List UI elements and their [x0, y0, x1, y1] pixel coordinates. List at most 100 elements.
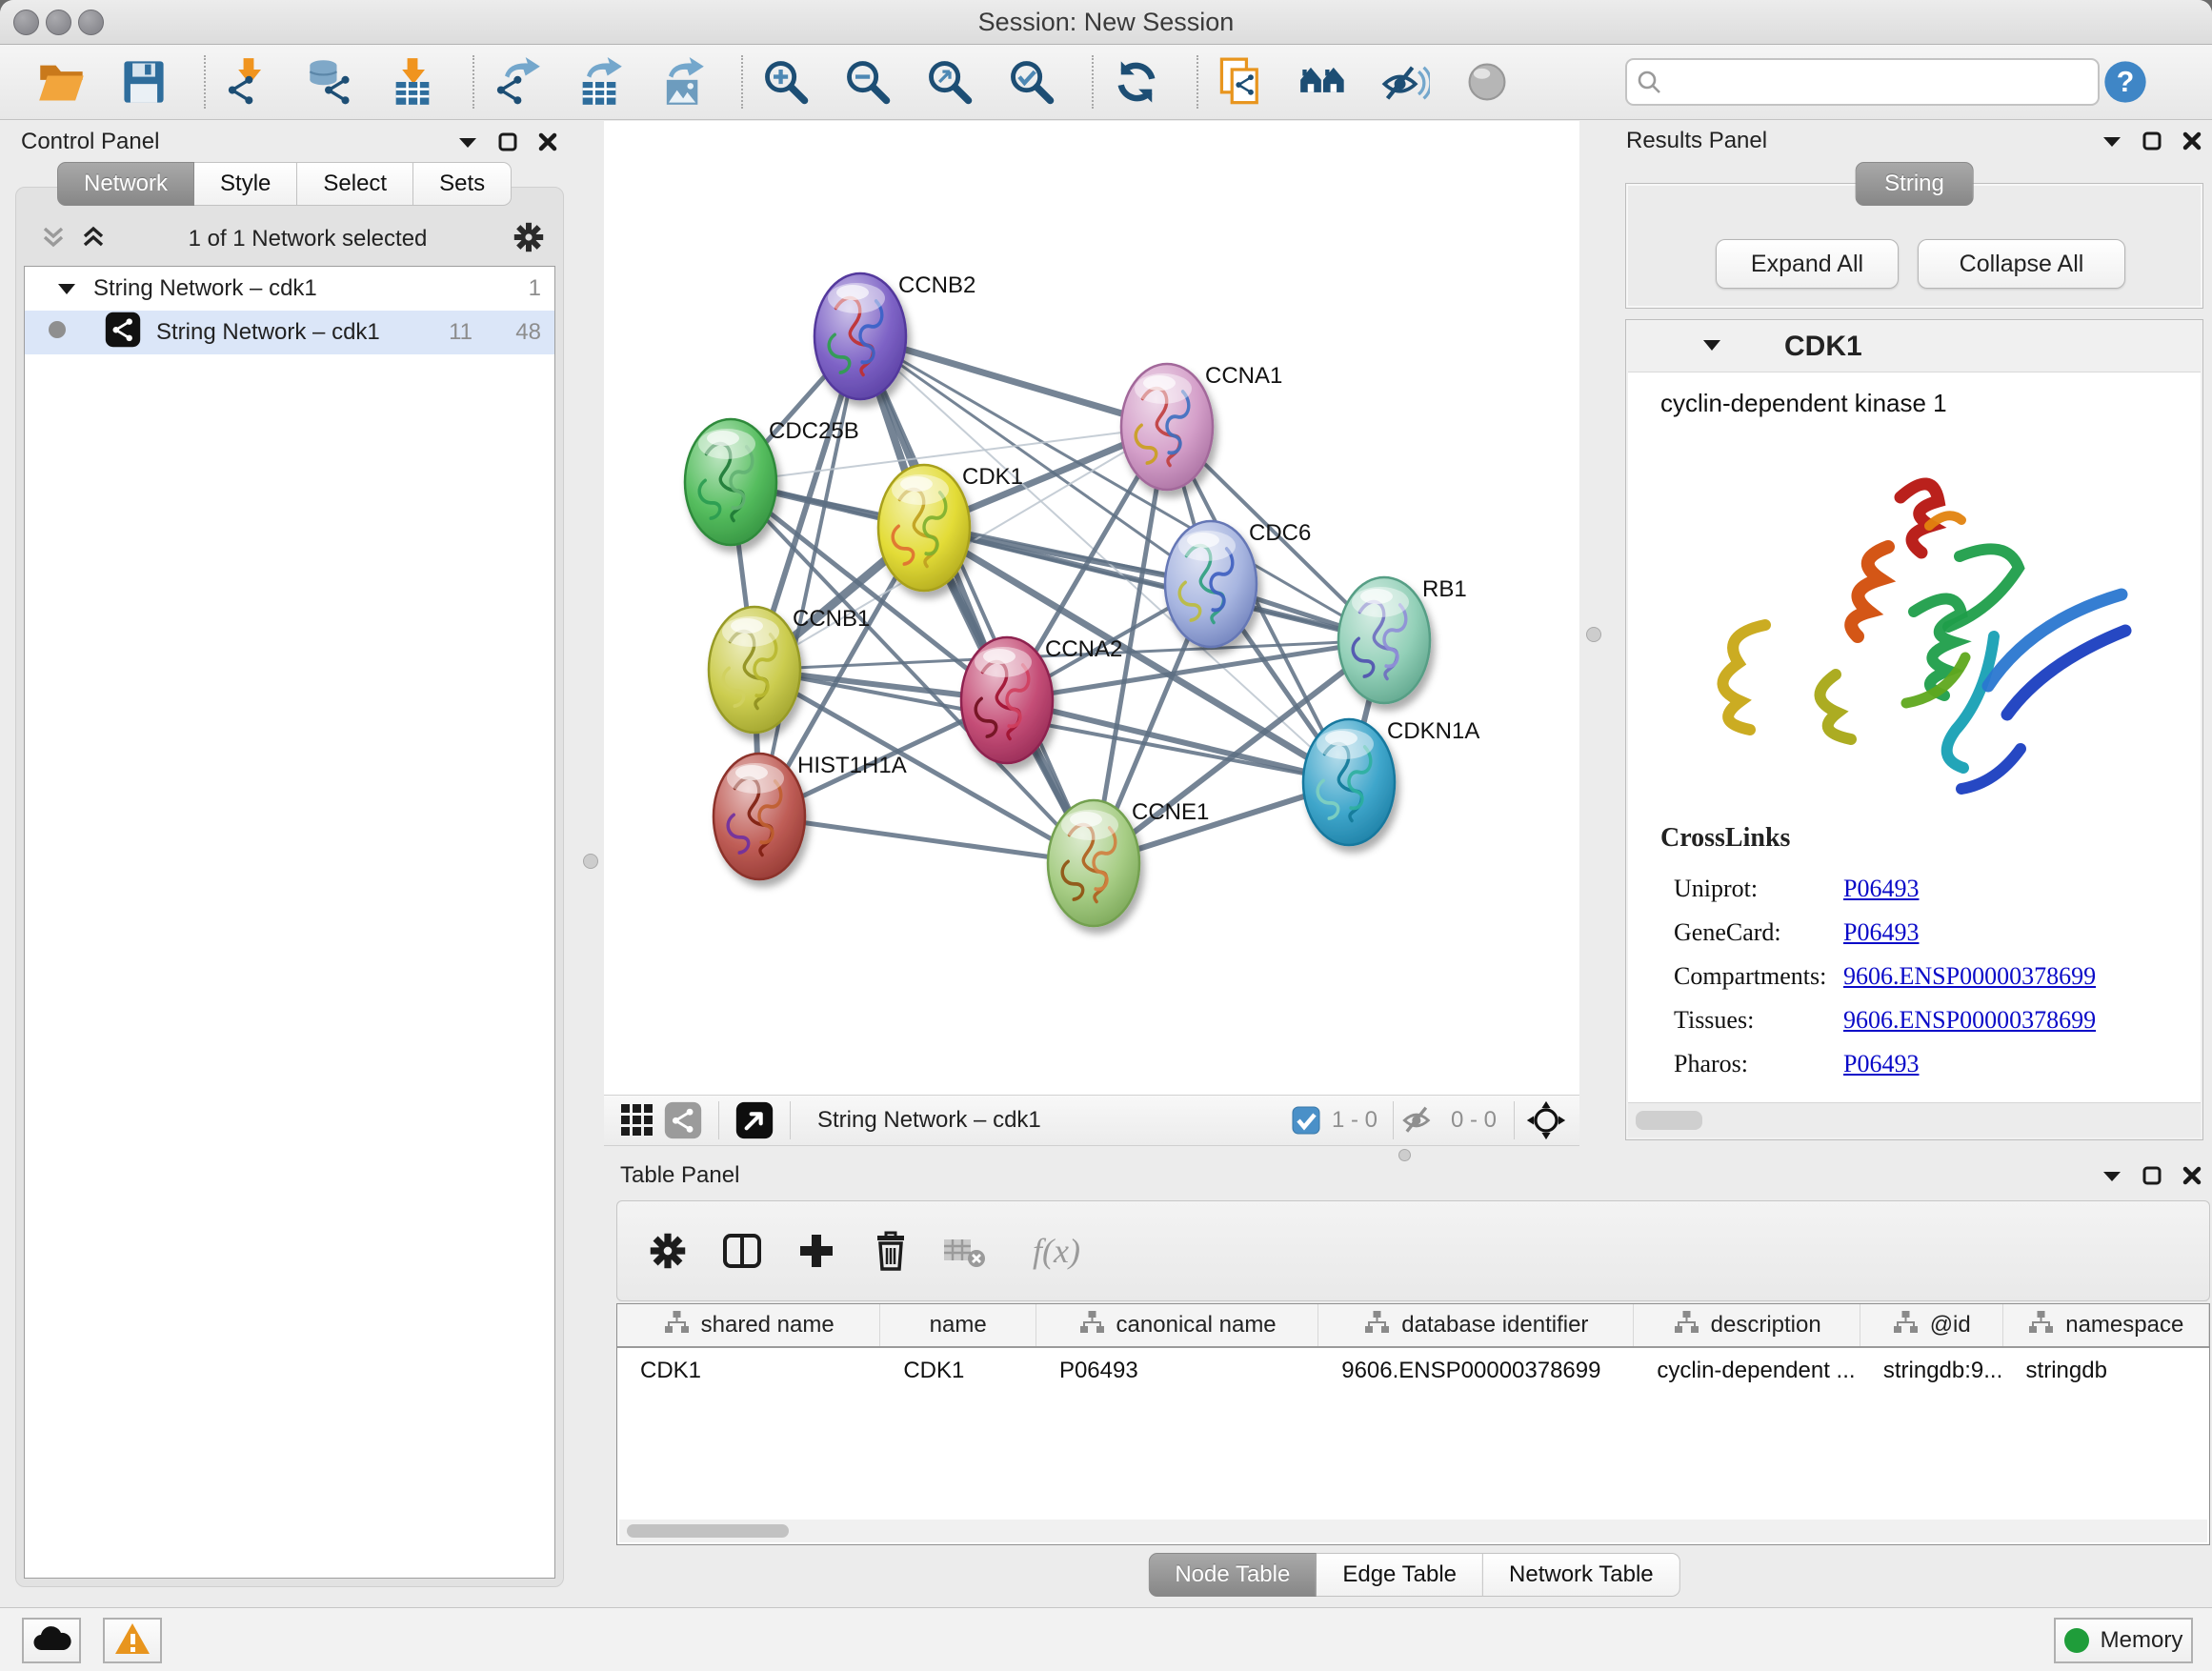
tree-expand-icon[interactable] [57, 275, 76, 302]
grid-view-icon[interactable] [615, 1095, 659, 1146]
zoom-selected-icon[interactable] [1006, 56, 1057, 108]
table-options-gear-icon[interactable] [642, 1225, 694, 1277]
add-column-icon[interactable] [791, 1225, 842, 1277]
column-header-database-identifier[interactable]: database identifier [1318, 1304, 1634, 1346]
crosslink-link[interactable]: P06493 [1843, 875, 1919, 903]
cell-database-identifier[interactable]: 9606.ENSP00000378699 [1318, 1358, 1634, 1384]
birdseye-view-icon[interactable] [733, 1095, 776, 1146]
results-panel-close-icon[interactable] [2182, 131, 2202, 151]
control-panel-float-icon[interactable] [497, 131, 518, 152]
show-columns-icon[interactable] [716, 1225, 768, 1277]
edge-CCNB2-CCNE1[interactable] [860, 336, 1094, 863]
tab-node-table[interactable]: Node Table [1148, 1553, 1317, 1597]
expand-all-networks-icon[interactable] [81, 225, 106, 254]
zoom-out-icon[interactable] [842, 56, 894, 108]
crosslink-link[interactable]: 9606.ENSP00000378699 [1843, 1006, 2096, 1035]
results-panel-float-icon[interactable] [2142, 131, 2162, 151]
crosslink-link[interactable]: P06493 [1843, 1050, 1919, 1078]
tab-edge-table[interactable]: Edge Table [1317, 1553, 1483, 1597]
table-panel-close-icon[interactable] [2182, 1165, 2202, 1186]
cell-description[interactable]: cyclin-dependent ... [1634, 1358, 1860, 1384]
node-CCNB2[interactable] [814, 273, 906, 399]
export-network-icon[interactable] [492, 56, 543, 108]
hidden-items-icon [1399, 1095, 1441, 1146]
table-panel-float-icon[interactable] [2142, 1165, 2162, 1186]
open-folder-icon[interactable] [36, 56, 88, 108]
network-collection-row[interactable]: String Network – cdk1 1 [25, 267, 554, 311]
collapse-all-button[interactable]: Collapse All [1918, 239, 2125, 289]
crosslink-link[interactable]: P06493 [1843, 918, 1919, 947]
search-input[interactable] [1661, 64, 2098, 100]
cloud-status-button[interactable] [22, 1618, 81, 1663]
node-CDK1[interactable] [878, 465, 970, 591]
column-header-namespace[interactable]: namespace [2003, 1304, 2209, 1346]
node-CCNA1[interactable] [1121, 364, 1213, 490]
table-row[interactable]: CDK1CDK1P064939606.ENSP00000378699cyclin… [617, 1348, 2209, 1394]
cell-canonical-name[interactable]: P06493 [1036, 1358, 1318, 1384]
tab-string[interactable]: String [1855, 162, 1974, 206]
network-canvas[interactable]: CCNB2CCNA1CDC25BCDK1CDC6RB1CCNB1CCNA2CDK… [604, 121, 1579, 1095]
right-splitter-handle[interactable] [1586, 627, 1601, 642]
network-row[interactable]: String Network – cdk1 11 48 [25, 311, 554, 354]
edge-HIST1H1A-CCNE1[interactable] [759, 816, 1094, 863]
import-network-icon[interactable] [223, 56, 274, 108]
node-CDC6[interactable] [1165, 521, 1257, 647]
node-CDC25B[interactable] [685, 419, 776, 545]
selected-items-checkbox-icon[interactable] [1290, 1095, 1322, 1146]
help-icon[interactable]: ? [2100, 56, 2151, 108]
node-CCNE1[interactable] [1048, 800, 1139, 926]
results-panel-collapse-icon[interactable] [2101, 133, 2122, 149]
cell-shared-name[interactable]: CDK1 [617, 1358, 880, 1384]
column-header-name[interactable]: name [880, 1304, 1036, 1346]
node-CCNA2[interactable] [961, 637, 1053, 763]
tab-sets[interactable]: Sets [413, 162, 512, 206]
network-view-icon[interactable] [661, 1095, 705, 1146]
import-database-icon[interactable] [305, 56, 356, 108]
warnings-button[interactable] [103, 1618, 162, 1663]
edge-CCNB2-HIST1H1A[interactable] [759, 336, 860, 816]
column-header--id[interactable]: @id [1860, 1304, 2003, 1346]
column-header-canonical-name[interactable]: canonical name [1036, 1304, 1318, 1346]
table-h-scrollbar[interactable] [619, 1520, 2207, 1542]
save-icon[interactable] [118, 56, 170, 108]
cell-name[interactable]: CDK1 [880, 1358, 1036, 1384]
table-panel-collapse-icon[interactable] [2101, 1168, 2122, 1183]
control-panel-close-icon[interactable] [537, 131, 558, 152]
node-CCNB1[interactable] [709, 607, 800, 733]
refresh-icon[interactable] [1111, 56, 1162, 108]
tab-style[interactable]: Style [194, 162, 297, 206]
fit-selected-icon[interactable] [1522, 1095, 1570, 1146]
collapse-all-networks-icon[interactable] [41, 225, 66, 254]
export-table-icon[interactable] [573, 56, 625, 108]
tab-select[interactable]: Select [297, 162, 413, 206]
cell--id[interactable]: stringdb:9... [1860, 1358, 2003, 1384]
tab-network-table[interactable]: Network Table [1483, 1553, 1680, 1597]
zoom-in-icon[interactable] [760, 56, 812, 108]
string-home-icon[interactable] [1297, 56, 1349, 108]
cell-namespace[interactable]: stringdb [2003, 1358, 2209, 1384]
zoom-fit-icon[interactable] [924, 56, 975, 108]
import-table-icon[interactable] [387, 56, 438, 108]
left-splitter-handle[interactable] [583, 854, 598, 869]
control-panel-collapse-icon[interactable] [457, 134, 478, 150]
column-header-shared-name[interactable]: shared name [617, 1304, 880, 1346]
export-image-icon[interactable] [655, 56, 707, 108]
memory-button[interactable]: Memory [2054, 1618, 2193, 1663]
node-HIST1H1A[interactable] [714, 754, 805, 879]
protein-collapse-icon[interactable] [1702, 338, 1721, 356]
expand-all-button[interactable]: Expand All [1716, 239, 1899, 289]
crosslink-link[interactable]: 9606.ENSP00000378699 [1843, 962, 2096, 991]
tab-network[interactable]: Network [57, 162, 194, 206]
table-splitter-handle[interactable] [1398, 1149, 1411, 1161]
node-RB1[interactable] [1338, 577, 1430, 703]
node-CDKN1A[interactable] [1303, 719, 1395, 845]
clone-network-icon[interactable] [1216, 56, 1267, 108]
results-scrollbar[interactable] [1628, 1102, 2201, 1137]
protein-card-header[interactable]: CDK1 [1628, 322, 2201, 372]
edge-CCNB2-CCNA1[interactable] [860, 336, 1167, 427]
column-header-description[interactable]: description [1634, 1304, 1860, 1346]
network-graph[interactable]: CCNB2CCNA1CDC25BCDK1CDC6RB1CCNB1CCNA2CDK… [604, 121, 1579, 1095]
delete-column-icon[interactable] [865, 1225, 916, 1277]
network-options-gear-icon[interactable] [510, 218, 548, 261]
show-hide-icon[interactable] [1379, 56, 1431, 108]
